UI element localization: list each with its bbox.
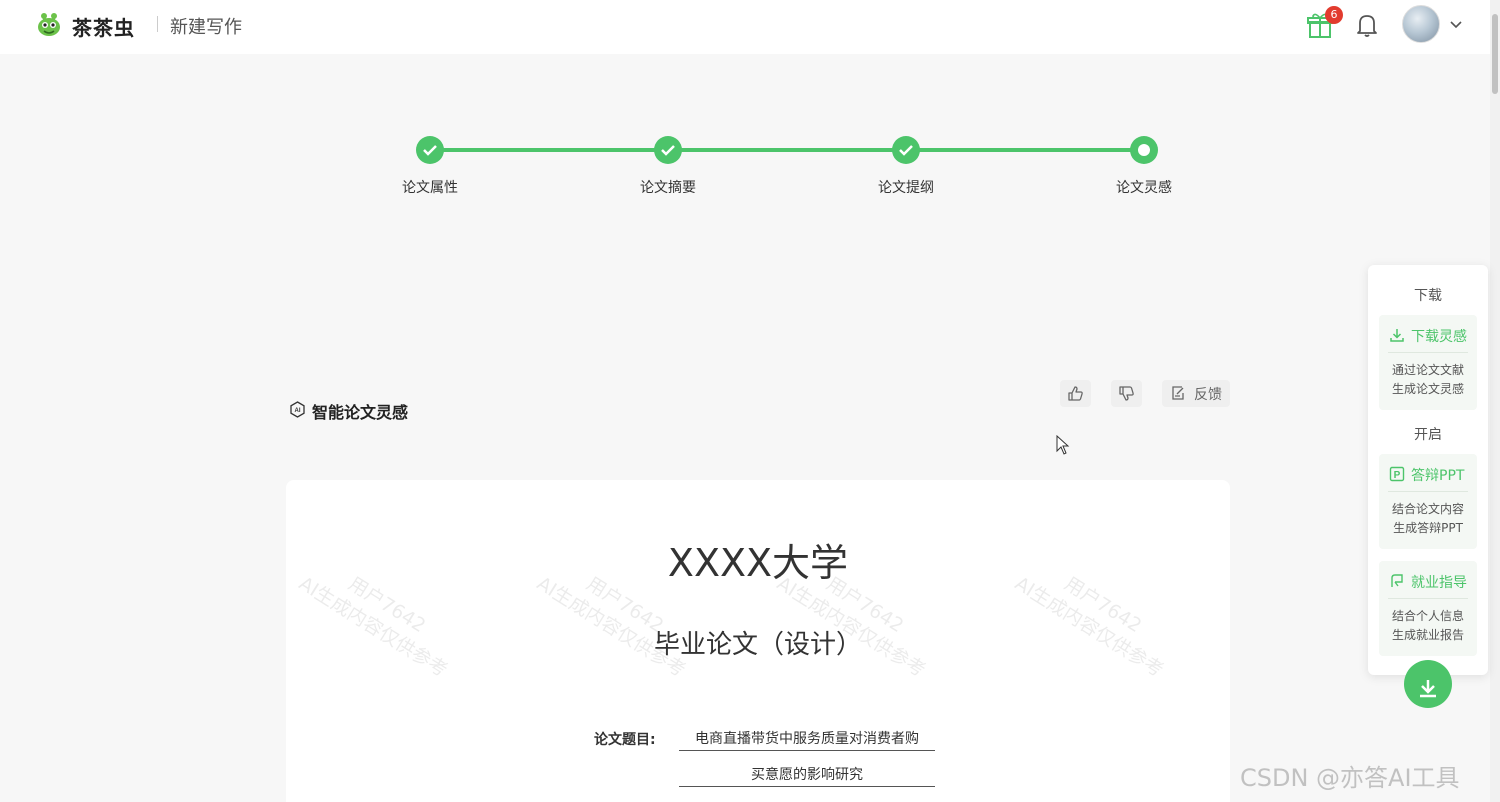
- career-card-title: 就业指导: [1411, 575, 1467, 591]
- brand-name[interactable]: 茶茶虫: [72, 12, 135, 41]
- top-header: 茶茶虫 新建写作 6: [0, 0, 1490, 54]
- step-2-label: 论文摘要: [640, 180, 696, 196]
- open-heading: 开启: [1414, 427, 1442, 443]
- chevron-down-icon[interactable]: [1448, 16, 1464, 32]
- header-divider: [157, 16, 158, 32]
- feedback-button[interactable]: 反馈: [1162, 380, 1230, 407]
- svg-text:P: P: [1394, 470, 1401, 481]
- download-card-description: 通过论文文献 生成论文灵感: [1391, 363, 1464, 396]
- ppt-card-title: 答辩PPT: [1411, 468, 1465, 484]
- edit-note-icon: [1172, 386, 1184, 400]
- card-divider: [1388, 491, 1468, 492]
- check-icon: [661, 145, 675, 156]
- check-icon: [423, 145, 437, 156]
- page-scrollbar[interactable]: [1490, 0, 1500, 802]
- thesis-preview-card: 用户7642 AI生成内容仅供参考 用户7642 AI生成内容仅供参考 用户7642…: [286, 480, 1230, 802]
- download-heading: 下载: [1414, 288, 1442, 304]
- card-divider: [1388, 352, 1468, 353]
- feedback-label: 反馈: [1194, 387, 1222, 403]
- card-divider: [1388, 598, 1468, 599]
- user-avatar[interactable]: [1402, 5, 1440, 43]
- step-1-check-dot: [416, 136, 444, 164]
- ppt-card-description: 结合论文内容 生成答辩PPT: [1391, 502, 1464, 535]
- download-arrow-icon: [1420, 680, 1436, 698]
- svg-text:AI: AI: [295, 408, 301, 414]
- section-title: 智能论文灵感: [312, 403, 409, 422]
- download-icon: [1390, 329, 1404, 342]
- step-3-check-dot: [892, 136, 920, 164]
- topic-label: 论文题目:: [594, 732, 656, 748]
- thumbs-down-icon: [1119, 386, 1134, 401]
- page-title: 新建写作: [170, 17, 242, 38]
- progress-line: [430, 148, 1144, 152]
- mouse-cursor-icon: [1056, 435, 1070, 455]
- step-3-label: 论文提纲: [878, 180, 934, 196]
- download-inspiration-card[interactable]: 下载灵感 通过论文文献 生成论文灵感: [1379, 315, 1477, 410]
- bug-logo-icon[interactable]: [35, 10, 63, 38]
- scrollbar-thumb[interactable]: [1492, 14, 1498, 94]
- like-button[interactable]: [1060, 380, 1091, 407]
- check-icon: [899, 145, 913, 156]
- step-4-label: 论文灵感: [1116, 180, 1172, 196]
- step-2-check-dot: [654, 136, 682, 164]
- step-4-current-dot: [1130, 136, 1158, 164]
- topic-value-line-2: 买意愿的影响研究: [679, 764, 935, 787]
- dislike-button[interactable]: [1111, 380, 1142, 407]
- career-card-description: 结合个人信息 生成就业报告: [1391, 609, 1464, 642]
- topic-value-line-1: 电商直播带货中服务质量对消费者购: [679, 728, 935, 751]
- career-guidance-card[interactable]: 就业指导 结合个人信息 生成就业报告: [1379, 561, 1477, 656]
- download-fab[interactable]: [1404, 660, 1452, 708]
- thumbs-up-icon: [1068, 386, 1083, 401]
- side-action-panel: 下载 下载灵感 通过论文文献 生成论文灵感 开启 P 答辩PPT 结合论文内容 …: [1368, 265, 1488, 675]
- download-card-title: 下载灵感: [1411, 329, 1467, 345]
- bell-icon[interactable]: [1355, 12, 1379, 38]
- ai-icon: AI: [290, 401, 305, 418]
- ppt-icon: P: [1389, 466, 1405, 482]
- thesis-subtitle: 毕业论文（设计）: [653, 630, 862, 660]
- step-1-label: 论文属性: [402, 180, 458, 196]
- university-name: XXXX大学: [667, 541, 849, 585]
- notification-count-badge: 6: [1325, 6, 1343, 24]
- overlay-watermark: CSDN @亦答AI工具: [1240, 764, 1460, 792]
- defense-ppt-card[interactable]: P 答辩PPT 结合论文内容 生成答辩PPT: [1379, 454, 1477, 549]
- career-guide-icon: [1391, 574, 1403, 587]
